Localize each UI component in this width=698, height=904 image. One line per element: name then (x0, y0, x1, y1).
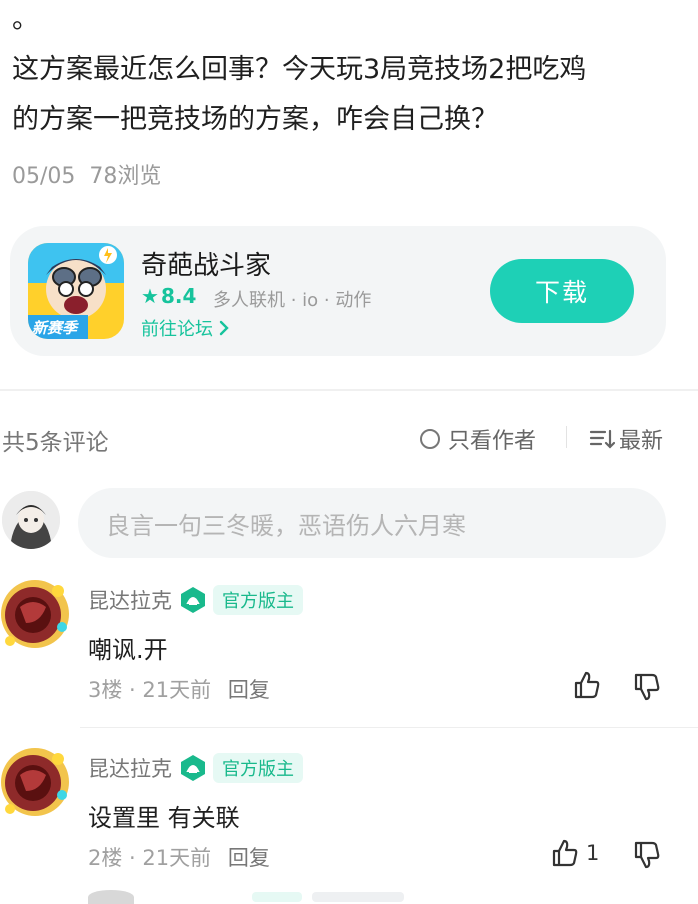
comment-text: 设置里 有关联 (88, 804, 240, 832)
like-button[interactable]: 1 (550, 838, 599, 868)
download-button[interactable]: 下载 (490, 259, 634, 323)
post-text-line: 。 (12, 4, 39, 35)
post-views: 78浏览 (89, 164, 162, 189)
comment-time: 21天前 (142, 846, 212, 870)
moderator-badge-icon (252, 892, 302, 902)
comment-divider (80, 727, 698, 728)
chevron-right-icon (219, 320, 229, 336)
app-icon[interactable]: 新赛季 (28, 243, 124, 339)
forum-link-label: 前往论坛 (141, 319, 213, 340)
app-name[interactable]: 奇葩战斗家 (141, 245, 271, 282)
comment-meta: 3楼 · 21天前 回复 (88, 678, 270, 702)
sort-button[interactable]: 最新 (589, 423, 663, 455)
comment-floor: 3楼 (88, 678, 123, 702)
comment-input[interactable]: 良言一句三冬暖，恶语伤人六月寒 (78, 488, 666, 558)
star-icon: ★ (141, 284, 159, 308)
app-icon-badge: 新赛季 (32, 319, 78, 337)
author-only-toggle[interactable]: 只看作者 (420, 423, 536, 455)
post-meta: 05/05 78浏览 (12, 158, 175, 190)
dislike-button[interactable] (632, 672, 662, 702)
radio-icon (420, 429, 440, 449)
author-name: 昆达拉克 (88, 757, 172, 781)
moderator-badge: 官方版主 (213, 753, 303, 783)
thumbs-down-icon (634, 673, 660, 701)
comment-text: 嘲讽.开 (88, 636, 168, 664)
comment-author[interactable]: 昆达拉克 官方版主 (88, 585, 303, 615)
comment-meta: 2楼 · 21天前 回复 (88, 846, 270, 870)
app-tags: 多人联机 · io · 动作 (213, 290, 372, 311)
avatar[interactable] (0, 577, 70, 651)
post-text-line: 这方案最近怎么回事？今天玩3局竞技场2把吃鸡 (12, 54, 587, 85)
moderator-badge-icon (181, 755, 205, 781)
avatar[interactable] (88, 890, 134, 904)
reply-button[interactable]: 回复 (228, 846, 270, 870)
moderator-badge: 官方版主 (213, 585, 303, 615)
post-date: 05/05 (12, 164, 76, 189)
thumbs-down-icon (634, 841, 660, 869)
author-name: 昆达拉克 (88, 589, 172, 613)
like-button[interactable] (572, 670, 602, 700)
comment-time: 21天前 (142, 678, 212, 702)
app-rating: ★ 8.4 (141, 284, 196, 308)
author-only-label: 只看作者 (448, 429, 537, 454)
reply-button[interactable]: 回复 (228, 678, 270, 702)
section-divider (0, 389, 698, 391)
avatar[interactable] (0, 745, 70, 819)
thumbs-up-icon (552, 839, 578, 867)
sort-label: 最新 (619, 429, 664, 454)
comment-count: 共5条评论 (2, 430, 109, 456)
header-separator (566, 426, 567, 448)
avatar[interactable] (2, 491, 60, 549)
comment-floor: 2楼 (88, 846, 123, 870)
thumbs-up-icon (574, 671, 600, 699)
forum-link[interactable]: 前往论坛 (141, 315, 231, 341)
post-text-line: 的方案一把竞技场的方案，咋会自己换？ (12, 104, 498, 135)
like-count: 1 (586, 841, 600, 865)
dislike-button[interactable] (632, 840, 662, 870)
moderator-badge (312, 892, 404, 902)
moderator-badge-icon (181, 587, 205, 613)
comment-author[interactable]: 昆达拉克 官方版主 (88, 753, 303, 783)
rating-value: 8.4 (160, 284, 197, 308)
sort-icon (589, 429, 615, 449)
